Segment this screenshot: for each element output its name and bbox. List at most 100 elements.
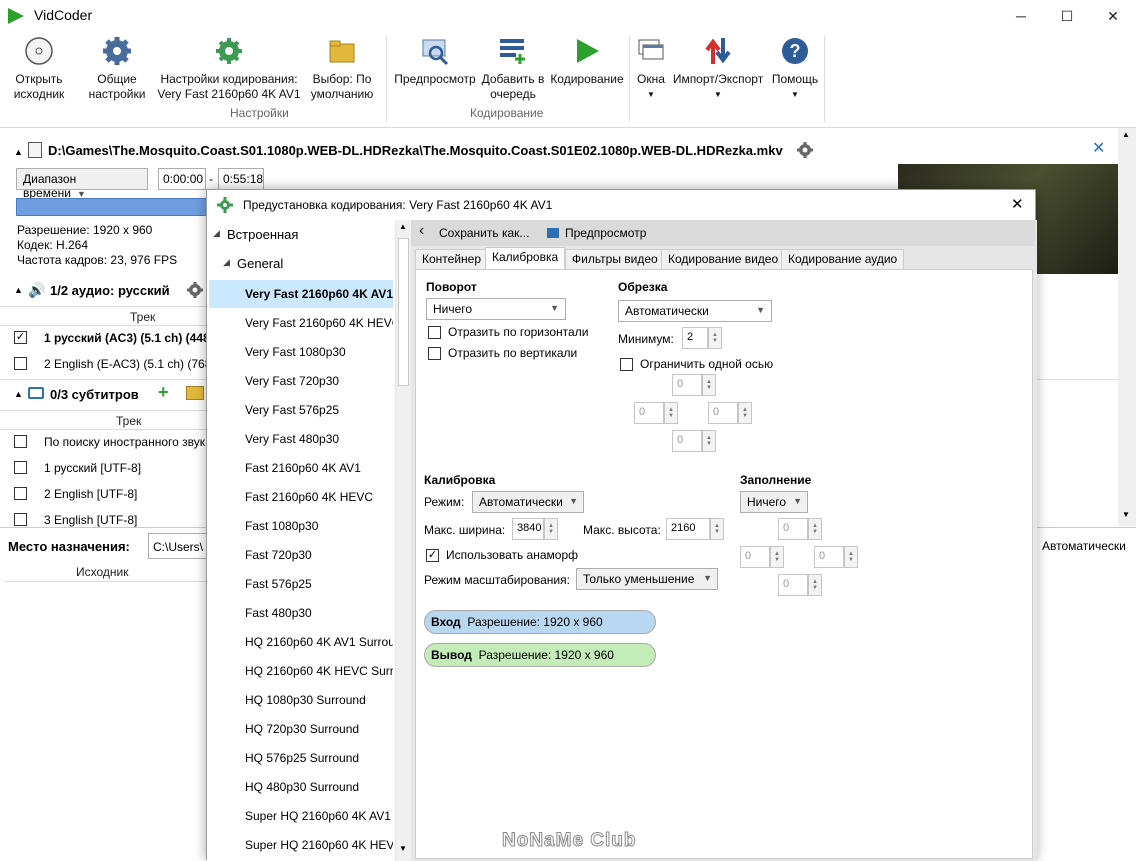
- close-button[interactable]: ✕: [1090, 0, 1136, 32]
- padding-mode-dropdown[interactable]: Ничего ▼: [740, 491, 808, 513]
- dialog-close-button[interactable]: ✕: [1011, 195, 1024, 213]
- save-as-button[interactable]: Сохранить как...: [439, 226, 529, 240]
- open-source-button[interactable]: Открыть исходник: [8, 36, 70, 102]
- subtitle-checkbox[interactable]: [14, 461, 27, 474]
- preset-item[interactable]: Super HQ 2160p60 4K AV1 Surround: [245, 802, 393, 830]
- audio-collapse-icon[interactable]: ▲: [14, 285, 23, 295]
- preset-item[interactable]: HQ 576p25 Surround: [245, 744, 393, 772]
- sizing-mode-dropdown[interactable]: Автоматически ▼: [472, 491, 584, 513]
- crop-mode-dropdown[interactable]: Автоматически ▼: [618, 300, 772, 322]
- encode-button[interactable]: Кодирование: [548, 36, 626, 87]
- preset-item[interactable]: Fast 2160p60 4K AV1: [245, 454, 393, 482]
- add-subtitle-icon[interactable]: +: [158, 382, 169, 403]
- preset-item[interactable]: HQ 720p30 Surround: [245, 715, 393, 743]
- scroll-up-arrow-icon[interactable]: ▲: [1122, 130, 1130, 139]
- crop-bottom-input[interactable]: 0: [672, 430, 702, 452]
- crop-top-spinner[interactable]: ▲ ▼: [702, 374, 716, 396]
- tree-scroll-thumb[interactable]: [398, 238, 409, 386]
- tab-sizing[interactable]: Калибровка: [485, 247, 566, 270]
- tree-scrollbar[interactable]: ▲ ▼: [395, 220, 411, 861]
- pad-bottom-spinner[interactable]: ▲ ▼: [808, 574, 822, 596]
- pad-top-spinner[interactable]: ▲ ▼: [808, 518, 822, 540]
- subtitle-checkbox[interactable]: [14, 487, 27, 500]
- preview-button[interactable]: Предпросмотр: [565, 226, 646, 240]
- pad-left-input[interactable]: 0: [740, 546, 770, 568]
- crop-min-input[interactable]: 2: [682, 327, 708, 349]
- crop-left-input[interactable]: 0: [634, 402, 664, 424]
- pad-right-spinner[interactable]: ▲ ▼: [844, 546, 858, 568]
- max-width-input[interactable]: 3840: [512, 518, 544, 540]
- general-settings-button[interactable]: Общие настройки: [84, 36, 150, 102]
- preset-item[interactable]: Very Fast 2160p60 4K AV1: [209, 280, 393, 308]
- preset-item[interactable]: HQ 2160p60 4K HEVC Surround: [245, 657, 393, 685]
- crop-min-spinner[interactable]: ▲ ▼: [708, 327, 722, 349]
- preset-item[interactable]: Very Fast 720p30: [245, 367, 393, 395]
- audio-track-checkbox[interactable]: [14, 357, 27, 370]
- tree-expand-icon[interactable]: ◢: [223, 257, 230, 268]
- pad-bottom-input[interactable]: 0: [778, 574, 808, 596]
- rotation-dropdown[interactable]: Ничего ▼: [426, 298, 566, 320]
- scroll-down-arrow-icon[interactable]: ▼: [1122, 510, 1130, 519]
- preset-item[interactable]: Very Fast 576p25: [245, 396, 393, 424]
- preset-item[interactable]: Fast 2160p60 4K HEVC: [245, 483, 393, 511]
- subtitle-collapse-icon[interactable]: ▲: [14, 389, 23, 399]
- windows-button[interactable]: Окна ▼: [632, 36, 670, 102]
- pad-top-input[interactable]: 0: [778, 518, 808, 540]
- encoding-settings-button[interactable]: Настройки кодирования: Very Fast 2160p60…: [154, 36, 304, 102]
- tree-root[interactable]: Встроенная: [227, 224, 298, 246]
- preset-item[interactable]: Fast 576p25: [245, 570, 393, 598]
- crop-right-input[interactable]: 0: [708, 402, 738, 424]
- tab-container[interactable]: Контейнер: [415, 249, 489, 269]
- range-type-dropdown[interactable]: Диапазон времени ▼: [16, 168, 148, 200]
- preset-item[interactable]: HQ 2160p60 4K AV1 Surround: [245, 628, 393, 656]
- preview-button[interactable]: Предпросмотр: [392, 36, 478, 87]
- tree-group[interactable]: General: [237, 253, 283, 275]
- crop-bottom-spinner[interactable]: ▲ ▼: [702, 430, 716, 452]
- import-subtitle-folder-icon[interactable]: [186, 386, 204, 400]
- maximize-button[interactable]: ☐: [1044, 0, 1090, 32]
- crop-top-input[interactable]: 0: [672, 374, 702, 396]
- tab-video-filters[interactable]: Фильтры видео: [565, 249, 665, 269]
- preset-item[interactable]: Fast 1080p30: [245, 512, 393, 540]
- preset-item[interactable]: Fast 720p30: [245, 541, 393, 569]
- scroll-down-arrow-icon[interactable]: ▼: [399, 844, 407, 853]
- max-height-spinner[interactable]: ▲ ▼: [710, 518, 724, 540]
- preset-item[interactable]: Very Fast 2160p60 4K HEVC: [245, 309, 393, 337]
- crop-left-spinner[interactable]: ▲ ▼: [664, 402, 678, 424]
- range-end-input[interactable]: 0:55:18: [218, 168, 264, 190]
- max-height-input[interactable]: 2160: [666, 518, 710, 540]
- max-width-spinner[interactable]: ▲ ▼: [544, 518, 558, 540]
- range-slider[interactable]: [16, 198, 210, 216]
- preset-item[interactable]: HQ 480p30 Surround: [245, 773, 393, 801]
- preset-item[interactable]: Very Fast 1080p30: [245, 338, 393, 366]
- close-source-icon[interactable]: ✕: [1092, 138, 1105, 158]
- subtitle-checkbox[interactable]: [14, 513, 27, 526]
- preset-item[interactable]: HQ 1080p30 Surround: [245, 686, 393, 714]
- back-arrow-icon[interactable]: ‹: [419, 222, 424, 240]
- preset-item[interactable]: Very Fast 480p30: [245, 425, 393, 453]
- source-settings-gear-icon[interactable]: [796, 141, 814, 162]
- subtitle-checkbox[interactable]: [14, 435, 27, 448]
- pad-left-spinner[interactable]: ▲ ▼: [770, 546, 784, 568]
- choose-default-button[interactable]: Выбор: По умолчанию: [304, 36, 380, 102]
- scroll-up-arrow-icon[interactable]: ▲: [399, 222, 407, 231]
- tab-audio-encoding[interactable]: Кодирование аудио: [781, 249, 905, 269]
- import-export-button[interactable]: Импорт/Экспорт ▼: [670, 36, 766, 102]
- help-button[interactable]: ? Помощь ▼: [768, 36, 822, 102]
- audio-settings-gear-icon[interactable]: [186, 281, 204, 302]
- scale-mode-value: Только уменьшение: [583, 572, 695, 586]
- tab-video-encoding[interactable]: Кодирование видео: [661, 249, 786, 269]
- range-start-input[interactable]: 0:00:00: [158, 168, 206, 190]
- tree-expand-icon[interactable]: ◢: [213, 228, 220, 239]
- preset-toolbar: ‹ Сохранить как... Предпросмотр: [411, 220, 1035, 246]
- scale-mode-dropdown[interactable]: Только уменьшение ▼: [576, 568, 718, 590]
- pad-right-input[interactable]: 0: [814, 546, 844, 568]
- audio-track-checkbox[interactable]: ✓: [14, 331, 27, 344]
- main-scrollbar[interactable]: ▲ ▼: [1118, 128, 1136, 526]
- minimize-button[interactable]: ─: [998, 0, 1044, 32]
- crop-right-spinner[interactable]: ▲ ▼: [738, 402, 752, 424]
- preset-item[interactable]: Fast 480p30: [245, 599, 393, 627]
- collapse-arrow-icon[interactable]: ▲: [14, 147, 23, 157]
- preset-item[interactable]: Super HQ 2160p60 4K HEVC Surround: [245, 831, 393, 859]
- add-to-queue-button[interactable]: Добавить в очередь: [480, 36, 546, 102]
